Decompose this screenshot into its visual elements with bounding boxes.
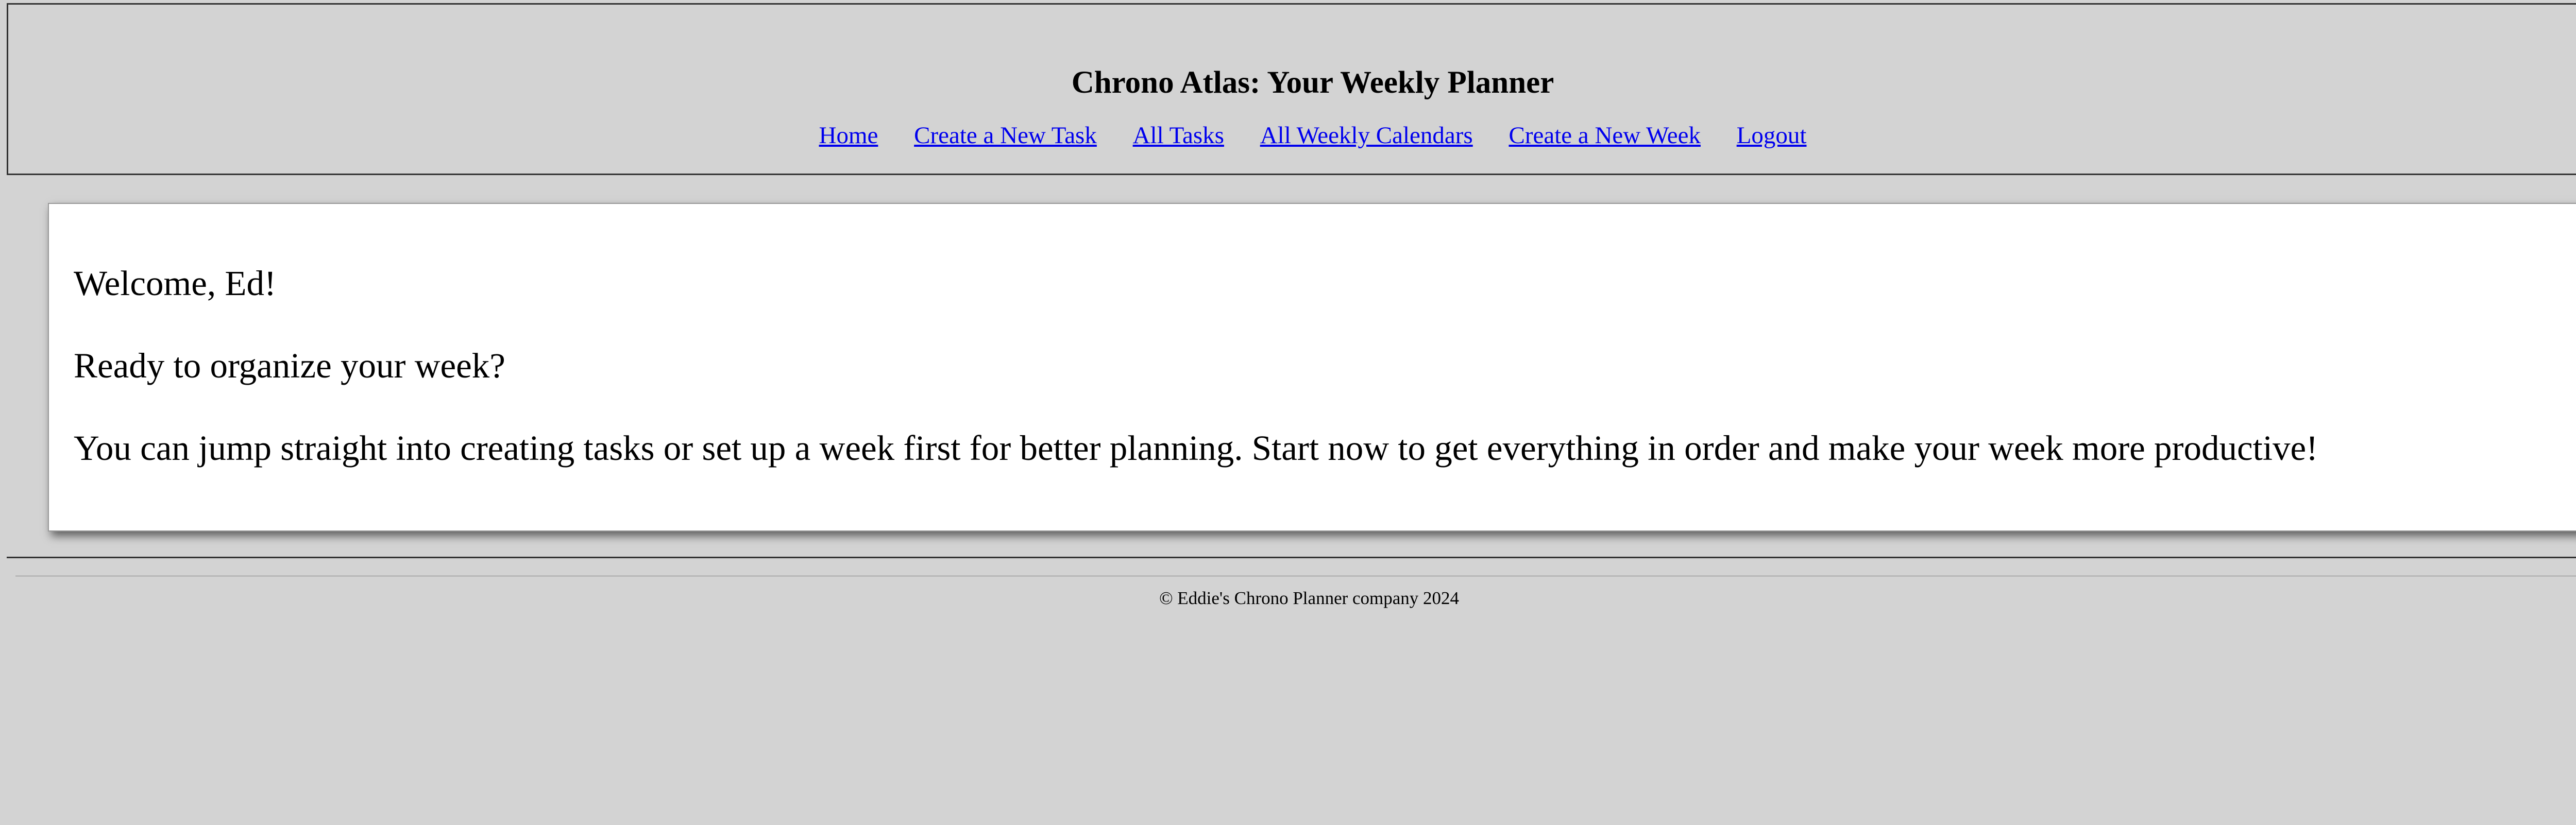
footer-copyright: © Eddie's Chrono Planner company 2024 [1159,588,1460,608]
welcome-message: Welcome, Ed! [74,264,276,303]
site-header: Chrono Atlas: Your Weekly Planner Home C… [7,3,2576,175]
nav-link-create-task[interactable]: Create a New Task [914,122,1097,149]
footer-divider-light [15,575,2576,577]
nav-link-all-weekly-calendars[interactable]: All Weekly Calendars [1260,122,1473,149]
main-nav: Home Create a New Task All Tasks All Wee… [8,120,2576,151]
nav-link-logout[interactable]: Logout [1737,122,1807,149]
site-title: Chrono Atlas: Your Weekly Planner [1071,65,1554,100]
nav-link-create-week[interactable]: Create a New Week [1509,122,1700,149]
welcome-prompt: Ready to organize your week? [74,346,505,385]
welcome-card: Welcome, Ed! Ready to organize your week… [48,203,2576,531]
nav-link-all-tasks[interactable]: All Tasks [1133,122,1224,149]
footer-divider [7,557,2576,558]
nav-link-home[interactable]: Home [819,122,878,149]
welcome-description: You can jump straight into creating task… [74,428,2318,468]
